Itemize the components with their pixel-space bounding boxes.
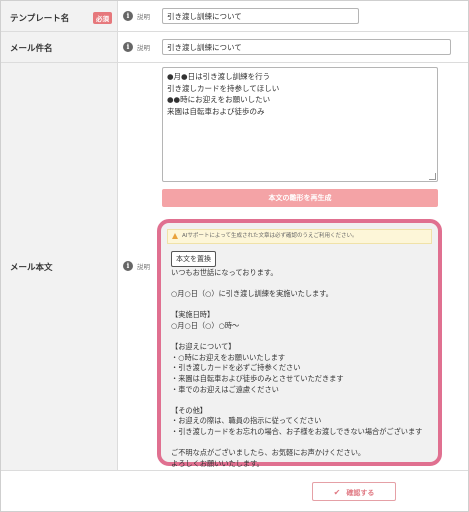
- generated-line: [171, 438, 439, 449]
- subject-input[interactable]: 引き渡し訓練について: [162, 39, 451, 55]
- generated-line: ・来園は自転車および徒歩のみとさせていただきます: [171, 373, 344, 383]
- generated-line: [171, 300, 439, 311]
- textarea-line: ●月●日は引き渡し訓練を行う: [167, 72, 271, 81]
- generated-line: [171, 395, 439, 406]
- regenerate-template-button[interactable]: 本文の雛形を再生成: [162, 189, 438, 207]
- resize-handle[interactable]: [429, 173, 436, 180]
- required-badge: 必須: [93, 12, 112, 24]
- body-label-cell: メール本文: [1, 63, 118, 470]
- generated-line: ・引き渡しカードをお忘れの場合、お子様をお渡しできない場合がございます: [171, 426, 423, 436]
- generated-line: ・車でのお迎えはご遠慮ください: [171, 384, 279, 394]
- textarea-line: 来園は自転車および徒歩のみ: [167, 106, 265, 116]
- generated-line: 【実施日時】: [171, 310, 215, 320]
- confirm-button[interactable]: ✔ 確認する: [312, 482, 396, 501]
- generated-text: いつもお世話になっております。 ○月○日（○）に引き渡し訓練を実施いたします。 …: [171, 268, 439, 469]
- help-label: 説明: [137, 44, 150, 52]
- generated-line: ・○時にお迎えをお願いいたします: [171, 352, 286, 362]
- generated-line: 【お迎えについて】: [171, 342, 236, 352]
- generated-line: ○月○日（○）に引き渡し訓練を実施いたします。: [171, 289, 333, 299]
- template-name-label-cell: テンプレート名 必須: [1, 1, 118, 31]
- warning-icon: [172, 233, 178, 239]
- subject-help[interactable]: i 説明: [123, 42, 150, 52]
- ai-warning-text: AIサポートによって生成された文章は必ず確認のうえご利用ください。: [182, 233, 358, 239]
- body-help[interactable]: i 説明: [123, 261, 150, 271]
- check-icon: ✔: [333, 488, 341, 497]
- info-icon: i: [123, 42, 133, 52]
- body-textarea[interactable]: ●月●日は引き渡し訓練を行う 引き渡しカードを持参してほしい ●●時にお迎えをお…: [162, 67, 438, 182]
- ai-generated-panel: AIサポートによって生成された文章は必ず確認のうえご利用ください。 本文を置換 …: [157, 219, 442, 469]
- generated-line: [171, 332, 439, 343]
- template-name-help[interactable]: i 説明: [123, 11, 150, 21]
- help-label: 説明: [137, 13, 150, 21]
- textarea-line: ●●時にお迎えをお願いしたい: [167, 95, 271, 104]
- subject-label: メール件名: [10, 44, 53, 54]
- generated-line: よろしくお願いいたします。: [171, 458, 264, 468]
- generated-line: ご不明な点がございましたら、お気軽にお声かけください。: [171, 448, 366, 458]
- template-name-row: テンプレート名 必須 i 説明 引き渡し訓練について: [1, 1, 468, 32]
- generated-line: ・お迎えの際は、職員の指示に従ってください: [171, 416, 322, 426]
- textarea-line: 引き渡しカードを持参してほしい: [167, 83, 280, 93]
- replace-body-button[interactable]: 本文を置換: [171, 251, 216, 267]
- body-label: メール本文: [10, 263, 53, 273]
- generated-line: いつもお世話になっております。: [171, 268, 278, 277]
- info-icon: i: [123, 261, 133, 271]
- info-icon: i: [123, 11, 133, 21]
- template-form: テンプレート名 必須 i 説明 引き渡し訓練について メール件名 i 説明 引き…: [0, 0, 469, 512]
- template-name-label: テンプレート名: [10, 14, 70, 24]
- generated-line: [171, 279, 439, 290]
- generated-line: ・引き渡しカードを必ずご持参ください: [171, 363, 301, 373]
- ai-warning-banner: AIサポートによって生成された文章は必ず確認のうえご利用ください。: [167, 229, 432, 244]
- generated-line: ○月○日（○）○時～: [171, 320, 240, 330]
- confirm-button-label: 確認する: [346, 489, 375, 497]
- help-label: 説明: [137, 263, 150, 271]
- subject-label-cell: メール件名: [1, 32, 118, 62]
- generated-line: 【その他】: [171, 405, 207, 415]
- subject-row: メール件名 i 説明 引き渡し訓練について: [1, 32, 468, 63]
- template-name-input[interactable]: 引き渡し訓練について: [162, 8, 359, 24]
